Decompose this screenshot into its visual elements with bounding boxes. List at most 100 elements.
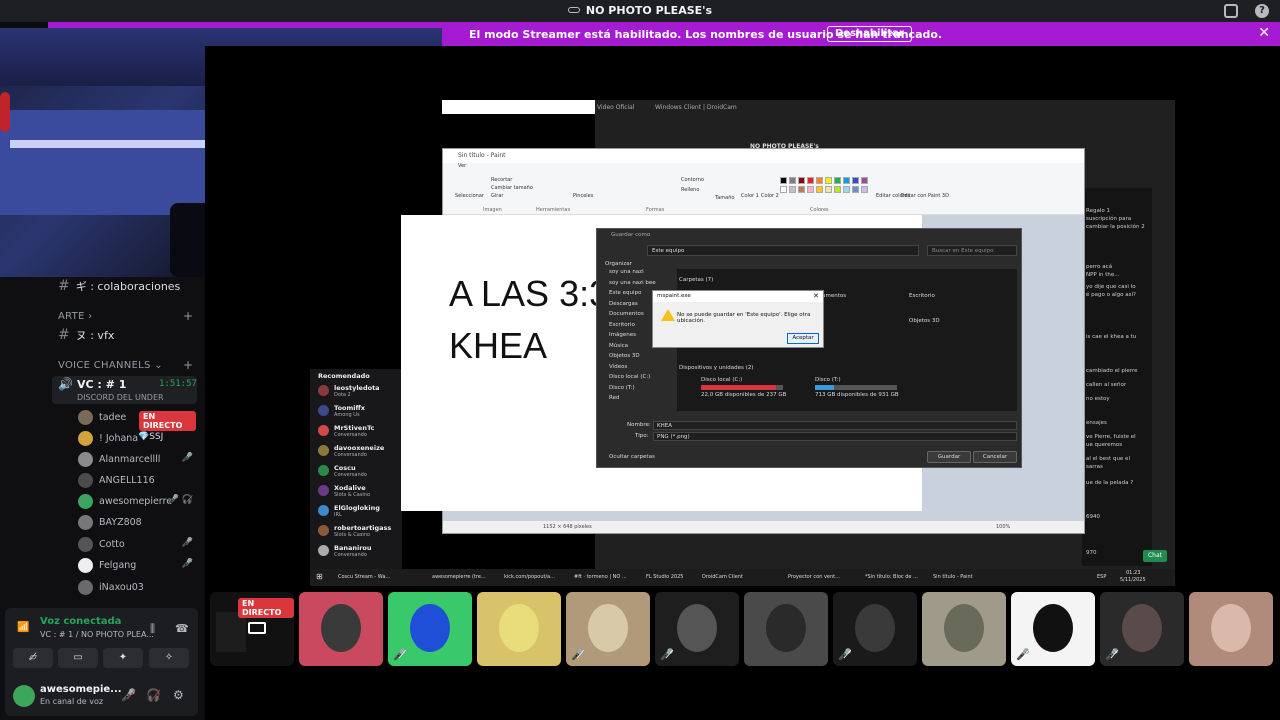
nav-item[interactable]: Red	[609, 395, 619, 401]
add-voice-channel-icon[interactable]: +	[183, 358, 193, 372]
participant-tile[interactable]: 🎤̸	[1100, 592, 1184, 666]
participant-tile[interactable]: 🎤̸	[1011, 592, 1095, 666]
nav-item[interactable]: Música	[609, 343, 628, 349]
nav-item[interactable]: Disco (T:)	[609, 385, 635, 391]
nav-item[interactable]: Imágenes	[609, 332, 636, 338]
signal-icon[interactable]: 📶	[17, 622, 29, 633]
voice-member[interactable]: Felgang 🎤̸	[78, 558, 196, 574]
close-icon[interactable]: ✕	[1258, 25, 1270, 41]
username[interactable]: awesomepie...	[40, 684, 122, 695]
taskbar-item[interactable]: kick.com/popout/a...	[504, 574, 555, 580]
participant-tile[interactable]	[744, 592, 828, 666]
color-swatch[interactable]	[780, 177, 787, 184]
participant-tile[interactable]	[299, 592, 383, 666]
nav-item[interactable]: Documentos	[609, 311, 644, 317]
participant-tile[interactable]	[1189, 592, 1273, 666]
gear-icon[interactable]: ⚙	[173, 688, 184, 702]
color-swatch[interactable]	[825, 186, 832, 193]
voice-member[interactable]: ANGELL116	[78, 473, 196, 489]
start-icon[interactable]: ⊞	[316, 572, 323, 581]
color-swatch[interactable]	[807, 186, 814, 193]
taskbar-item[interactable]: *Sin título: Bloc de ...	[865, 574, 918, 580]
recommended-channel[interactable]: Coscu Conversando	[318, 463, 408, 483]
participant-tile[interactable]	[477, 592, 561, 666]
voice-member[interactable]: iNaxou03	[78, 580, 196, 596]
color-swatch[interactable]	[861, 186, 868, 193]
deafened-icon[interactable]: 🎧̸	[146, 688, 161, 702]
nav-item[interactable]: Descargas	[609, 301, 638, 307]
screen-share-icon[interactable]: ▭	[58, 648, 98, 668]
voice-member[interactable]: awesomepierre 🎤̸ 🎧̸	[78, 494, 196, 510]
nav-item[interactable]: Objetos 3D	[609, 353, 640, 359]
color-swatch[interactable]	[834, 186, 841, 193]
participant-tile[interactable]: 🎤̸	[388, 592, 472, 666]
add-channel-icon[interactable]: +	[183, 309, 193, 323]
participant-tile[interactable]	[922, 592, 1006, 666]
color-swatch[interactable]	[798, 177, 805, 184]
voice-member[interactable]: ! Johana 💎SSJ	[78, 431, 196, 447]
disconnect-icon[interactable]: ☎	[175, 622, 189, 635]
folder-item[interactable]: Objetos 3D	[909, 318, 940, 324]
color-swatch[interactable]	[834, 177, 841, 184]
voice-member[interactable]: BAYZ808	[78, 515, 196, 531]
color-swatch[interactable]	[852, 186, 859, 193]
ok-button[interactable]: Aceptar	[787, 333, 819, 344]
help-icon[interactable]: ?	[1255, 4, 1269, 18]
nav-item[interactable]: Este equipo	[609, 290, 641, 296]
soundboard-icon[interactable]: ✧	[149, 648, 189, 668]
nav-item[interactable]: Disco local (C:)	[609, 374, 650, 380]
voice-member[interactable]: tadee EN DIRECTO	[78, 410, 196, 431]
category-arte[interactable]: ARTE ›	[58, 311, 92, 322]
organize-button[interactable]: Organizar	[605, 261, 632, 267]
color-swatch[interactable]	[816, 177, 823, 184]
channel-vfx[interactable]: # ヌ : vfx	[58, 327, 114, 343]
nav-item[interactable]: Escritorio	[609, 322, 635, 328]
color-swatch[interactable]	[807, 177, 814, 184]
filename-field[interactable]: KHEA	[653, 421, 1017, 430]
recommended-channel[interactable]: leostyledota Dota 2	[318, 383, 408, 403]
taskbar-item[interactable]: #ft · tormeno | NO ...	[574, 574, 627, 580]
mic-muted-icon[interactable]: 🎤̸	[121, 688, 136, 702]
channel-colaboraciones[interactable]: # ギ : colaboraciones	[58, 278, 180, 294]
color-swatch[interactable]	[780, 186, 787, 193]
taskbar-item[interactable]: DroidCam Client	[702, 574, 743, 580]
voice-member[interactable]: Cotto 🎤̸	[78, 537, 196, 553]
taskbar-item[interactable]: FL Studio 2025	[646, 574, 684, 580]
activities-icon[interactable]: ✦	[103, 648, 143, 668]
file-type-select[interactable]: PNG (*.png)	[653, 432, 1017, 441]
camera-off-icon[interactable]: ▱̸	[13, 648, 53, 668]
color-swatch[interactable]	[798, 186, 805, 193]
color-swatch[interactable]	[789, 186, 796, 193]
drive-c[interactable]: Disco local (C:)	[701, 377, 742, 383]
category-voice-channels[interactable]: VOICE CHANNELS ⌄	[58, 360, 163, 371]
voice-channel-vc1[interactable]: 🔊 VC : # 1 1:51:57 DISCORD DEL UNDER	[52, 376, 197, 404]
recommended-channel[interactable]: Toomiffx Among Us	[318, 403, 408, 423]
close-icon[interactable]: ✕	[813, 292, 819, 300]
nav-item[interactable]: soy una nazi bee	[609, 280, 656, 286]
color-swatch[interactable]	[843, 177, 850, 184]
inbox-icon[interactable]	[1224, 4, 1238, 18]
recommended-channel[interactable]: MrStivenTc Conversando	[318, 423, 408, 443]
search-input[interactable]: Buscar en Este equipo	[927, 245, 1017, 256]
nav-item[interactable]: Vídeos	[609, 364, 627, 370]
drive-t[interactable]: Disco (T:)	[815, 377, 841, 383]
taskbar-item[interactable]: Sin título - Paint	[933, 574, 973, 580]
recommended-channel[interactable]: ElGlogloking IRL	[318, 503, 408, 523]
recommended-channel[interactable]: robertoartigass Slots & Casino	[318, 523, 408, 543]
avatar[interactable]	[13, 685, 35, 707]
disable-streamer-button[interactable]: Deshabilitar	[827, 26, 912, 42]
color-swatch[interactable]	[789, 177, 796, 184]
recommended-channel[interactable]: Xodalive Slots & Casino	[318, 483, 408, 503]
voice-member[interactable]: Alanmarcellll 🎤̸	[78, 452, 196, 468]
voice-location[interactable]: VC : # 1 / NO PHOTO PLEA...	[40, 630, 154, 639]
chat-send-button[interactable]: Chat	[1143, 550, 1167, 562]
color-swatch[interactable]	[852, 177, 859, 184]
hide-folders-toggle[interactable]: Ocultar carpetas	[609, 454, 655, 460]
save-button[interactable]: Guardar	[927, 451, 971, 463]
taskbar-item[interactable]: awesomepierre (tre...	[432, 574, 486, 580]
participant-tile[interactable]: 🎤̸	[566, 592, 650, 666]
nav-item[interactable]: soy una nazi	[609, 269, 644, 275]
taskbar-item[interactable]: Coscu Stream - Wa...	[338, 574, 390, 580]
taskbar-item[interactable]: Proyector con vent...	[788, 574, 840, 580]
stream-tile[interactable]: EN DIRECTO	[210, 592, 294, 666]
